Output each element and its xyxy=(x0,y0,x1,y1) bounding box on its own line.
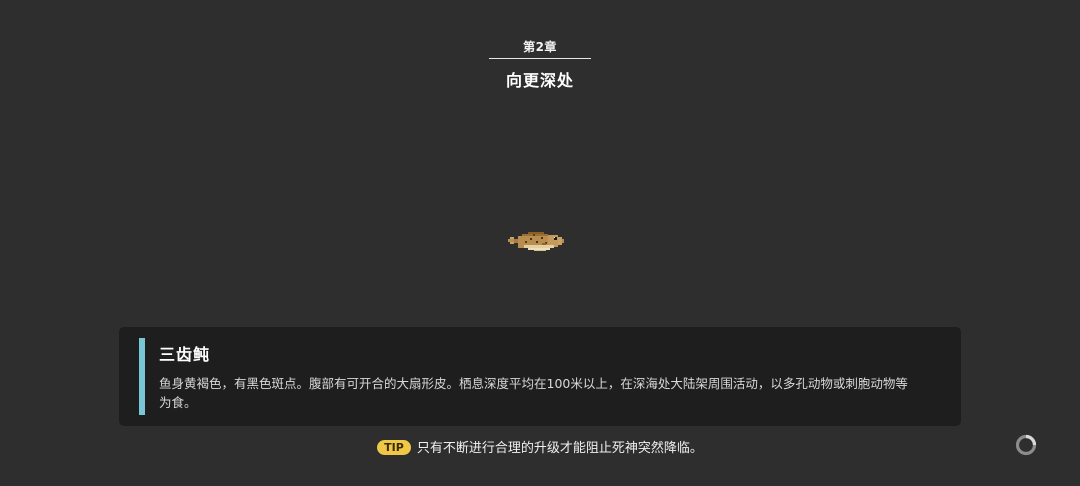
chapter-number: 第2章 xyxy=(489,38,591,59)
chapter-header: 第2章 向更深处 xyxy=(0,36,1080,91)
tip-text: 只有不断进行合理的升级才能阻止死神突然降临。 xyxy=(416,441,703,456)
fish-info-card: 三齿鲀 鱼身黄褐色，有黑色斑点。腹部有可开合的大扇形皮。栖息深度平均在100米以… xyxy=(119,327,961,426)
tip-badge: TIP xyxy=(377,440,411,455)
info-accent-bar xyxy=(139,338,145,415)
chapter-title: 向更深处 xyxy=(505,71,574,90)
loading-screen: 第2章 向更深处 三齿鲀 鱼身黄褐色，有黑色斑点。腹部有可开合的大扇形皮。栖息深… xyxy=(0,0,1080,486)
loading-spinner-icon xyxy=(1015,434,1037,456)
pufferfish-icon xyxy=(508,232,564,251)
fish-description: 鱼身黄褐色，有黑色斑点。腹部有可开合的大扇形皮。栖息深度平均在100米以上，在深… xyxy=(159,376,908,410)
tip-row: TIP 只有不断进行合理的升级才能阻止死神突然降临。 xyxy=(0,437,1080,456)
fish-name: 三齿鲀 xyxy=(159,345,211,364)
